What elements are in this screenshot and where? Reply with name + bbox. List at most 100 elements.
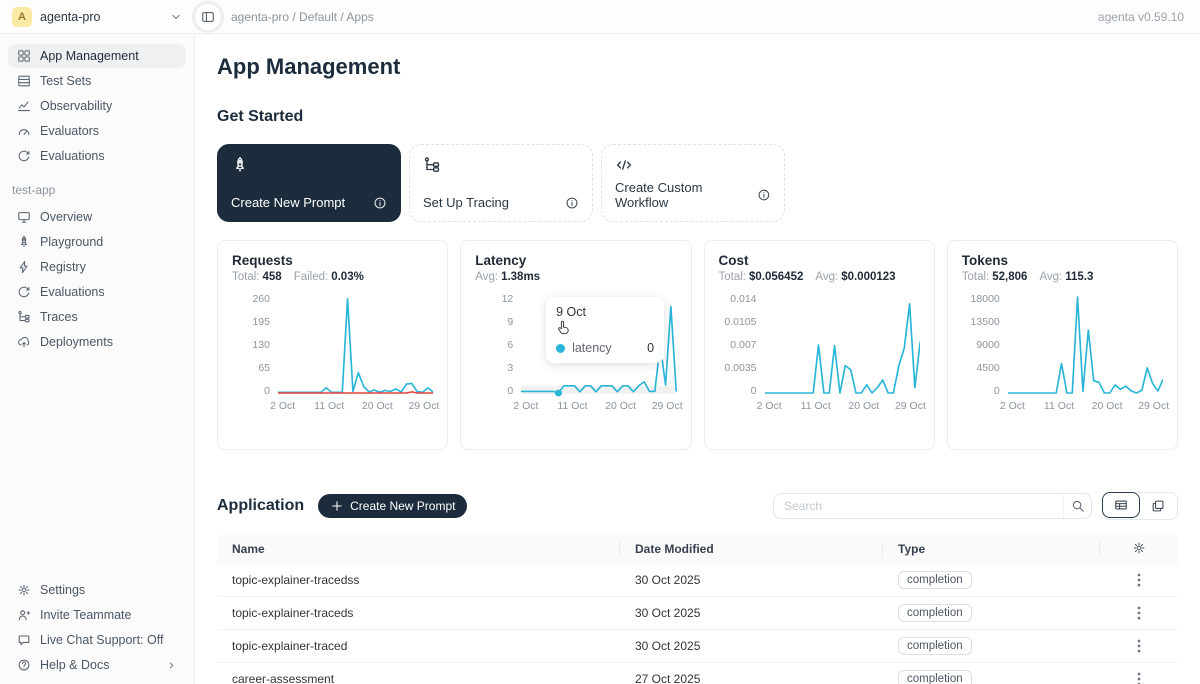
grid-icon: [17, 49, 31, 63]
row-date-modified: 30 Oct 2025: [620, 639, 883, 653]
stat: Total:$0.056452: [719, 271, 804, 283]
sidebar-item-live-chat-support-off[interactable]: Live Chat Support: Off: [8, 628, 186, 652]
sidebar-item-app-management[interactable]: App Management: [8, 44, 186, 68]
row-menu-button[interactable]: [1130, 637, 1148, 655]
chart-title: Cost: [719, 253, 920, 268]
sidebar-collapse-button[interactable]: [195, 4, 221, 30]
chart-plot[interactable]: 2 Oct11 Oct20 Oct29 Oct: [278, 293, 433, 414]
cloudup-icon: [17, 335, 31, 349]
x-tick-label: 2 Oct: [513, 400, 538, 412]
cost-chart-card: Cost Total:$0.056452Avg:$0.000123 0.0140…: [704, 240, 935, 450]
rocket-icon: [231, 156, 249, 174]
info-icon[interactable]: [757, 188, 771, 202]
chat-icon: [17, 633, 31, 647]
info-icon[interactable]: [373, 196, 387, 210]
sidebar-item-overview[interactable]: Overview: [8, 205, 186, 229]
workspace-selector[interactable]: A agenta-pro: [0, 7, 195, 27]
sidebar-item-registry[interactable]: Registry: [8, 255, 186, 279]
x-tick-label: 29 Oct: [408, 400, 439, 412]
card-view-button[interactable]: [1139, 493, 1177, 519]
sidebar-item-invite-teammate[interactable]: Invite Teammate: [8, 603, 186, 627]
get-started-card-create-custom-workflow[interactable]: Create Custom Workflow: [601, 144, 785, 222]
tooltip-series-name: latency: [572, 341, 612, 355]
sidebar-item-evaluations[interactable]: Evaluations: [8, 280, 186, 304]
workspace-name: agenta-pro: [40, 10, 161, 24]
code-icon: [615, 156, 633, 174]
table-row[interactable]: topic-explainer-traceds 30 Oct 2025 comp…: [217, 597, 1178, 630]
sidebar-item-label: Test Sets: [40, 74, 91, 88]
y-axis: 0.0140.01050.0070.00350: [719, 293, 757, 397]
sidebar-item-deployments[interactable]: Deployments: [8, 330, 186, 354]
y-tick-label: 9000: [976, 339, 999, 351]
sidebar-item-label: Invite Teammate: [40, 608, 131, 622]
table-settings-button[interactable]: [1100, 541, 1178, 557]
search-button[interactable]: [1063, 494, 1091, 518]
sidebar-panel-icon: [201, 10, 215, 24]
table-row[interactable]: career-assessment 27 Oct 2025 completion: [217, 663, 1178, 684]
view-toggle: [1102, 492, 1178, 520]
sidebar-item-help-docs[interactable]: Help & Docs: [8, 653, 186, 677]
chart-stats: Avg:1.38ms: [475, 271, 676, 283]
chart-plot[interactable]: 2 Oct11 Oct20 Oct29 Oct: [1008, 293, 1163, 414]
column-header-name[interactable]: Name: [217, 541, 620, 557]
y-tick-label: 130: [252, 339, 270, 351]
table-row[interactable]: topic-explainer-traced 30 Oct 2025 compl…: [217, 630, 1178, 663]
y-tick-label: 12: [502, 293, 514, 305]
requests-chart-card: Requests Total:458Failed:0.03% 260195130…: [217, 240, 448, 450]
get-started-card-label: Create Custom Workflow: [615, 180, 757, 210]
sidebar-item-label: Evaluations: [40, 149, 105, 163]
help-icon: [17, 658, 31, 672]
y-tick-label: 3: [507, 362, 513, 374]
sidebar-app-section-label: test-app: [8, 169, 186, 205]
get-started-card-set-up-tracing[interactable]: Set Up Tracing: [409, 144, 593, 222]
sidebar-item-label: Help & Docs: [40, 658, 109, 672]
chart-plot[interactable]: 9 Oct latency 0 2 Oct11 Oct20 Oct29 Oct: [521, 293, 676, 414]
chart-plot[interactable]: 2 Oct11 Oct20 Oct29 Oct: [765, 293, 920, 414]
sidebar-item-observability[interactable]: Observability: [8, 94, 186, 118]
type-badge: completion: [898, 637, 972, 655]
sidebar-item-traces[interactable]: Traces: [8, 305, 186, 329]
column-header-type[interactable]: Type: [883, 541, 1100, 557]
row-date-modified: 30 Oct 2025: [620, 573, 883, 587]
x-tick-label: 11 Oct: [314, 400, 344, 412]
y-tick-label: 0: [264, 385, 270, 397]
sidebar-item-playground[interactable]: Playground: [8, 230, 186, 254]
row-menu-button[interactable]: [1130, 571, 1148, 589]
x-tick-label: 29 Oct: [652, 400, 683, 412]
app-version: agenta v0.59.10: [1098, 10, 1200, 24]
column-header-date-modified[interactable]: Date Modified: [620, 541, 883, 557]
x-tick-label: 20 Oct: [848, 400, 879, 412]
search-input[interactable]: [774, 499, 1063, 513]
y-tick-label: 4500: [976, 362, 999, 374]
rows-icon: [17, 74, 31, 88]
row-menu-button[interactable]: [1130, 604, 1148, 622]
type-badge: completion: [898, 670, 972, 684]
chartline-icon: [17, 99, 31, 113]
get-started-card-create-new-prompt[interactable]: Create New Prompt: [217, 144, 401, 222]
sidebar-item-label: Deployments: [40, 335, 113, 349]
y-tick-label: 0.014: [730, 293, 756, 305]
y-tick-label: 195: [252, 316, 270, 328]
create-new-prompt-label: Create New Prompt: [350, 499, 455, 513]
x-tick-label: 11 Oct: [557, 400, 587, 412]
series-dot: [556, 344, 565, 353]
y-axis: 1800013500900045000: [962, 293, 1000, 397]
charts-row: Requests Total:458Failed:0.03% 260195130…: [217, 240, 1178, 450]
y-tick-label: 18000: [971, 293, 1000, 305]
create-new-prompt-button[interactable]: Create New Prompt: [318, 494, 467, 518]
info-icon[interactable]: [565, 196, 579, 210]
y-axis: 260195130650: [232, 293, 270, 397]
row-date-modified: 30 Oct 2025: [620, 606, 883, 620]
invite-icon: [17, 608, 31, 622]
monitor-icon: [17, 210, 31, 224]
sidebar-item-settings[interactable]: Settings: [8, 578, 186, 602]
sidebar-item-test-sets[interactable]: Test Sets: [8, 69, 186, 93]
sidebar-item-evaluations[interactable]: Evaluations: [8, 144, 186, 168]
sidebar-item-evaluators[interactable]: Evaluators: [8, 119, 186, 143]
table-header: NameDate ModifiedType: [217, 534, 1178, 564]
breadcrumb[interactable]: agenta-pro / Default / Apps: [231, 10, 374, 24]
table-view-button[interactable]: [1102, 492, 1140, 518]
table-row[interactable]: topic-explainer-tracedss 30 Oct 2025 com…: [217, 564, 1178, 597]
row-menu-button[interactable]: [1130, 670, 1148, 684]
sidebar-item-label: App Management: [40, 49, 139, 63]
